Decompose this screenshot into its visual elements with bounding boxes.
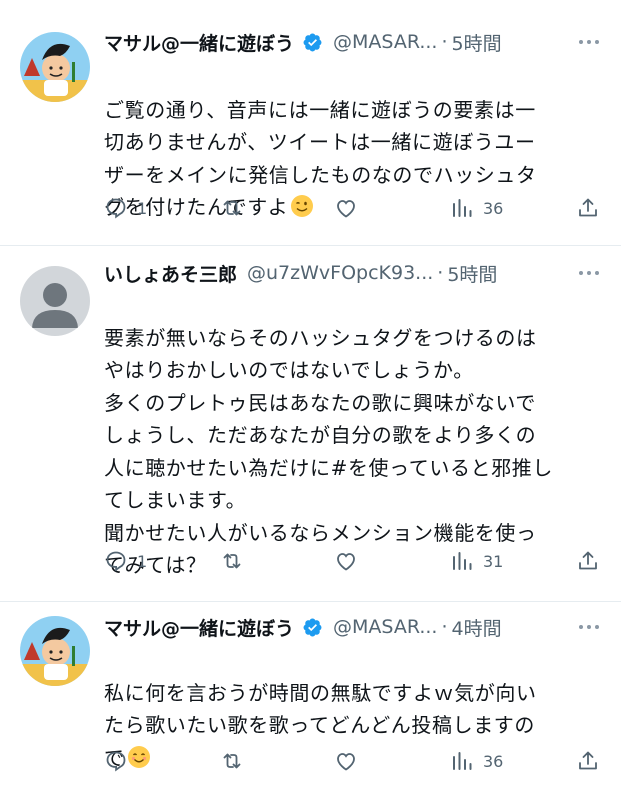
tweet[interactable]: マサル@一緒に遊ぼう @MASAR... · 4時間 私に何を言おうが時間の無駄… <box>0 602 621 800</box>
views-button[interactable]: 31 <box>450 547 503 575</box>
view-count: 36 <box>483 198 504 218</box>
retweet-icon <box>223 553 241 569</box>
share-icon <box>579 551 597 570</box>
retweet-icon <box>223 753 241 769</box>
share-icon <box>579 751 597 770</box>
share-button[interactable] <box>576 747 600 775</box>
display-name[interactable]: いしょあそ三郎 <box>104 260 237 287</box>
tweet-actions: 1 36 <box>104 194 604 222</box>
tweet-header: マサル@一緒に遊ぼう @MASAR... · 5時間 <box>104 26 601 58</box>
heart-icon <box>337 200 355 218</box>
view-count: 31 <box>483 551 504 571</box>
timestamp[interactable]: 4時間 <box>452 614 502 641</box>
timestamp[interactable]: 5時間 <box>447 260 497 287</box>
verified-badge-icon <box>302 32 323 53</box>
tweet[interactable]: マサル@一緒に遊ぼう @MASAR... · 5時間 ご覧の通り、音声には一緒に… <box>0 0 621 245</box>
separator-dot: · <box>437 262 444 284</box>
share-button[interactable] <box>576 547 600 575</box>
retweet-button[interactable] <box>220 547 244 575</box>
reply-icon <box>106 551 126 572</box>
more-options-icon[interactable] <box>579 40 601 44</box>
tweet[interactable]: いしょあそ三郎 @u7zWvFOpcK93... · 5時間 要素が無いならその… <box>0 246 621 601</box>
user-handle[interactable]: @u7zWvFOpcK93... <box>247 262 433 284</box>
timeline: マサル@一緒に遊ぼう @MASAR... · 5時間 ご覧の通り、音声には一緒に… <box>0 0 621 800</box>
display-name[interactable]: マサル@一緒に遊ぼう <box>104 29 294 56</box>
reply-count: 1 <box>137 198 148 218</box>
avatar[interactable] <box>20 616 90 686</box>
user-handle[interactable]: @MASAR... <box>333 31 437 53</box>
more-options-icon[interactable] <box>579 271 601 275</box>
view-count: 36 <box>483 751 504 771</box>
retweet-button[interactable] <box>220 194 244 222</box>
separator-dot: · <box>441 31 448 53</box>
more-options-icon[interactable] <box>579 625 601 629</box>
analytics-icon <box>453 552 472 570</box>
avatar[interactable] <box>20 32 90 102</box>
heart-icon <box>337 753 355 771</box>
user-handle[interactable]: @MASAR... <box>333 616 437 638</box>
avatar[interactable] <box>20 266 90 336</box>
share-button[interactable] <box>576 194 600 222</box>
tweet-actions: 36 <box>104 747 604 775</box>
reply-button[interactable] <box>104 747 137 775</box>
verified-badge-icon <box>302 617 323 638</box>
tweet-header: マサル@一緒に遊ぼう @MASAR... · 4時間 <box>104 611 601 643</box>
analytics-icon <box>453 199 472 217</box>
tweet-text-container: 要素が無いならそのハッシュタグをつけるのは やはりおかしいのではないでしょうか。… <box>104 289 604 582</box>
like-button[interactable] <box>334 747 358 775</box>
display-name[interactable]: マサル@一緒に遊ぼう <box>104 614 294 641</box>
tweet-text: 要素が無いならそのハッシュタグをつけるのは やはりおかしいのではないでしょうか。… <box>104 325 553 578</box>
reply-icon <box>106 751 126 772</box>
views-button[interactable]: 36 <box>450 747 503 775</box>
like-button[interactable] <box>334 194 358 222</box>
timestamp[interactable]: 5時間 <box>452 29 502 56</box>
retweet-button[interactable] <box>220 747 244 775</box>
like-button[interactable] <box>334 547 358 575</box>
reply-icon <box>106 198 126 219</box>
views-button[interactable]: 36 <box>450 194 503 222</box>
retweet-icon <box>223 200 241 216</box>
tweet-actions: 1 31 <box>104 547 604 575</box>
reply-count: 1 <box>137 551 148 571</box>
separator-dot: · <box>441 616 448 638</box>
reply-button[interactable]: 1 <box>104 194 147 222</box>
share-icon <box>579 198 597 217</box>
heart-icon <box>337 553 355 571</box>
tweet-header: いしょあそ三郎 @u7zWvFOpcK93... · 5時間 <box>104 257 601 289</box>
analytics-icon <box>453 752 472 770</box>
reply-button[interactable]: 1 <box>104 547 147 575</box>
